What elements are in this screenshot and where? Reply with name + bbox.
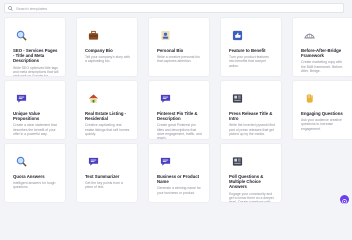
template-card[interactable]: Poll Questions & Multiple Choice Answers… [220,143,282,203]
template-card[interactable]: Quora Answers Intelligent answers for tou… [4,143,66,203]
thumbs-up-icon [232,28,243,41]
template-card[interactable]: Press Release Title & Intro Write the inv… [220,80,282,140]
person-card-icon [160,28,171,41]
chat-bubble-icon [160,154,171,166]
template-title: Press Release Title & Intro [229,111,273,122]
template-description: Intelligent answers for tough questions. [13,181,56,190]
template-description: Generate a winning name for your busines… [157,186,201,195]
template-description: Creative captivating real estate listing… [85,123,130,136]
template-description: Create a clear statement that describes … [13,123,57,136]
template-description: Write a creative personal bio that captu… [157,55,200,64]
template-card[interactable]: Business or Product Name Generate a winni… [148,143,210,203]
template-description: Turn your product features into benefits… [229,55,269,68]
help-chat-icon [342,191,347,209]
template-card[interactable]: Unique Value Propositions Create a clear … [4,80,66,140]
template-title: Poll Questions & Multiple Choice Answers [229,174,264,190]
template-title: Pinterest Pin Title & Description [157,111,198,122]
template-card[interactable]: SEO - Services Pages - Title and Meta De… [4,17,66,77]
raised-hand-icon [304,91,315,103]
template-description: Engage your community and get to know th… [229,191,274,203]
chat-bubble-icon [160,91,171,103]
magnifier-icon [16,154,27,167]
search-icon [8,5,13,11]
template-description: Create marketing copy with the BAB frame… [301,60,344,73]
template-card[interactable]: Engaging Questions Ask your audience crea… [292,80,352,140]
template-description: Get the key points from a piece of text. [85,181,123,190]
search-bar[interactable] [4,3,344,13]
chat-bubble-icon [16,91,27,103]
template-card[interactable]: Pinterest Pin Title & Description Create … [148,80,210,140]
template-grid: SEO - Services Pages - Title and Meta De… [4,17,352,203]
newspaper-icon [232,91,243,103]
template-title: Business or Product Name [157,174,200,185]
help-chat-button[interactable] [340,195,349,204]
template-title: Before-After-Bridge Framework [301,48,342,59]
template-title: Text Summarizer [85,174,120,179]
magnifier-icon [16,28,27,41]
template-card[interactable]: Real Estate Listing - Residential Creativ… [76,80,138,140]
template-title: Feature to Benefit [229,48,266,53]
template-title: Quora Answers [13,174,45,179]
template-description: Write SEO optimized title tags and meta … [13,65,59,77]
newspaper-icon [232,154,243,166]
template-title: Personal Bio [157,48,184,53]
template-description: Tell your company's story with a captiva… [85,55,130,64]
template-card[interactable]: Personal Bio Write a creative personal bi… [148,17,210,77]
template-title: Company Bio [85,48,113,53]
template-description: Write the inverted pyramid first part of… [229,123,275,136]
template-card[interactable]: Company Bio Tell your company's story wit… [76,17,138,77]
template-title: Engaging Questions [301,111,343,116]
template-title: Real Estate Listing - Residential [85,111,127,122]
house-icon [88,91,99,103]
bridge-icon [304,28,315,39]
briefcase-icon [88,28,99,40]
chat-bubble-icon [88,154,99,166]
template-card[interactable]: Feature to Benefit Turn your product feat… [220,17,282,77]
template-title: Unique Value Propositions [13,111,40,122]
search-input[interactable] [16,4,316,12]
template-description: Create great Pinterest pin titles and de… [157,123,202,140]
template-description: Ask your audience creative questions to … [301,118,342,131]
template-title: SEO - Services Pages - Title and Meta De… [13,48,58,64]
template-card[interactable]: Before-After-Bridge Framework Create mark… [292,17,352,77]
template-card[interactable]: Text Summarizer Get the key points from a… [76,143,138,203]
